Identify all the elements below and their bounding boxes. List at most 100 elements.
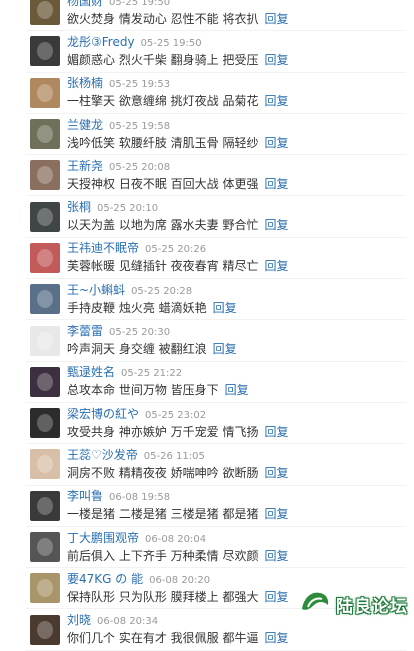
reply-link[interactable]: 回复 bbox=[213, 341, 237, 358]
user-name-link[interactable]: 李叫鲁 bbox=[67, 488, 103, 505]
comment-time: 05-25 23:02 bbox=[145, 409, 207, 421]
user-name-link[interactable]: 兰健龙 bbox=[67, 117, 103, 134]
user-avatar[interactable] bbox=[30, 36, 60, 67]
comment-content: 攻受共身 神亦嫉妒 万千宠爱 情飞扬 回复 bbox=[67, 424, 288, 441]
user-name-link[interactable]: 李蕾雷 bbox=[67, 323, 103, 340]
comment-item: 王蕊♡沙发帝 05-26 11:05 洞房不败 精精夜夜 娇喘呻吟 欲断肠 回复 bbox=[26, 444, 406, 486]
comment-body: 要47KG の 能 06-08 20:20 保持队形 只为队形 膜拜楼上 都强大 回复 bbox=[67, 571, 288, 606]
reply-link[interactable]: 回复 bbox=[264, 548, 288, 565]
user-name-link[interactable]: 丁大鹏围观帝 bbox=[67, 530, 139, 547]
user-avatar[interactable] bbox=[30, 490, 60, 521]
reply-link[interactable]: 回复 bbox=[264, 52, 288, 69]
comment-text: 吟声洞天 身交缠 被翻红浪 bbox=[67, 342, 207, 357]
comment-time: 05-25 19:58 bbox=[109, 120, 171, 132]
comment-content: 欲火焚身 情发动心 忍性不能 将衣扒 回复 bbox=[67, 11, 288, 28]
comment-time: 05-25 20:10 bbox=[97, 203, 159, 215]
comment-body: 甄逯姓名 05-25 21:22 总攻本命 世间万物 皆压身下 回复 bbox=[67, 364, 249, 399]
user-avatar[interactable] bbox=[30, 573, 60, 604]
comment-item: 兰健龙 05-25 19:58 浅吟低笑 软腰纤肢 清肌玉骨 隔轻纱 回复 bbox=[26, 114, 406, 156]
reply-link[interactable]: 回复 bbox=[264, 176, 288, 193]
comment-meta: 张杨楠 05-25 19:53 bbox=[67, 75, 288, 93]
comment-text: 以天为盖 以地为席 露水夫妻 野合忙 bbox=[67, 218, 259, 233]
comment-meta: 王~小蝌蚪 05-25 20:28 bbox=[67, 282, 237, 300]
user-avatar[interactable] bbox=[30, 77, 60, 108]
comment-body: 张杨楠 05-25 19:53 一柱擎天 欲意缠绵 挑灯夜战 品菊花 回复 bbox=[67, 75, 288, 110]
comment-body: 王新尧 05-25 20:08 天授神权 日夜不眠 百回大战 体更强 回复 bbox=[67, 158, 288, 193]
comment-text: 洞房不败 精精夜夜 娇喘呻吟 欲断肠 bbox=[67, 465, 259, 480]
comment-body: 王祎迪不眠帝 05-25 20:26 芙蓉帐暖 见缝插针 夜夜春宵 精尽亡 回复 bbox=[67, 240, 288, 275]
user-name-link[interactable]: 王新尧 bbox=[67, 158, 103, 175]
comment-meta: 王祎迪不眠帝 05-25 20:26 bbox=[67, 240, 288, 258]
user-name-link[interactable]: 张杨楠 bbox=[67, 75, 103, 92]
comment-content: 保持队形 只为队形 膜拜楼上 都强大 回复 bbox=[67, 589, 288, 606]
reply-link[interactable]: 回复 bbox=[264, 217, 288, 234]
comment-meta: 梁宏博の紅や 05-25 23:02 bbox=[67, 406, 288, 424]
comment-meta: 龙彤③Fredy 05-25 19:50 bbox=[67, 34, 288, 52]
comment-content: 吟声洞天 身交缠 被翻红浪 回复 bbox=[67, 341, 237, 358]
comment-time: 06-08 19:58 bbox=[109, 492, 171, 504]
comment-time: 05-25 19:53 bbox=[109, 79, 171, 91]
user-avatar[interactable] bbox=[30, 0, 60, 26]
comment-text: 攻受共身 神亦嫉妒 万千宠爱 情飞扬 bbox=[67, 424, 259, 439]
comment-body: 丁大鹏围观帝 06-08 20:04 前后俱入 上下齐手 万种柔情 尽欢颜 回复 bbox=[67, 530, 288, 565]
user-name-link[interactable]: 王~小蝌蚪 bbox=[67, 282, 125, 299]
comment-content: 一柱擎天 欲意缠绵 挑灯夜战 品菊花 回复 bbox=[67, 93, 288, 110]
user-name-link[interactable]: 甄逯姓名 bbox=[67, 364, 115, 381]
comment-meta: 要47KG の 能 06-08 20:20 bbox=[67, 571, 288, 589]
reply-link[interactable]: 回复 bbox=[264, 424, 288, 441]
comment-list: 杨国财 05-25 19:50 欲火焚身 情发动心 忍性不能 将衣扒 回复 龙彤③Fre… bbox=[26, 0, 406, 651]
user-name-link[interactable]: 要47KG の 能 bbox=[67, 571, 143, 588]
reply-link[interactable]: 回复 bbox=[225, 382, 249, 399]
user-avatar[interactable] bbox=[30, 449, 60, 480]
user-avatar[interactable] bbox=[30, 284, 60, 315]
comment-content: 浅吟低笑 软腰纤肢 清肌玉骨 隔轻纱 回复 bbox=[67, 135, 288, 152]
user-name-link[interactable]: 杨国财 bbox=[67, 0, 103, 10]
watermark-text: 陆良论坛 bbox=[336, 597, 408, 617]
user-avatar[interactable] bbox=[30, 408, 60, 439]
user-avatar[interactable] bbox=[30, 325, 60, 356]
reply-link[interactable]: 回复 bbox=[264, 630, 288, 647]
user-avatar[interactable] bbox=[30, 119, 60, 150]
user-name-link[interactable]: 龙彤③Fredy bbox=[67, 34, 135, 51]
comment-meta: 杨国财 05-25 19:50 bbox=[67, 0, 288, 11]
comment-meta: 李蕾雷 05-25 20:30 bbox=[67, 323, 237, 341]
comment-item: 杨国财 05-25 19:50 欲火焚身 情发动心 忍性不能 将衣扒 回复 bbox=[26, 0, 406, 32]
comment-item: 王~小蝌蚪 05-25 20:28 手持皮鞭 烛火亮 蜡滴妖艳 回复 bbox=[26, 279, 406, 321]
comment-time: 05-25 20:08 bbox=[109, 161, 171, 173]
user-name-link[interactable]: 张桐 bbox=[67, 199, 91, 216]
user-avatar[interactable] bbox=[30, 532, 60, 562]
user-avatar[interactable] bbox=[30, 201, 60, 232]
user-name-link[interactable]: 梁宏博の紅や bbox=[67, 406, 139, 423]
comment-item: 龙彤③Fredy 05-25 19:50 媚颜惑心 烈火千柴 翻身骑上 把受压 回复 bbox=[26, 31, 406, 73]
comment-time: 05-26 11:05 bbox=[143, 450, 205, 462]
comment-text: 芙蓉帐暖 见缝插针 夜夜春宵 精尽亡 bbox=[67, 259, 259, 274]
user-avatar[interactable] bbox=[30, 160, 60, 191]
comment-time: 05-25 20:26 bbox=[145, 244, 207, 256]
comment-item: 梁宏博の紅や 05-25 23:02 攻受共身 神亦嫉妒 万千宠爱 情飞扬 回复 bbox=[26, 403, 406, 445]
user-avatar[interactable] bbox=[30, 366, 60, 397]
comment-item: 张杨楠 05-25 19:53 一柱擎天 欲意缠绵 挑灯夜战 品菊花 回复 bbox=[26, 73, 406, 114]
reply-link[interactable]: 回复 bbox=[264, 465, 288, 482]
comment-content: 芙蓉帐暖 见缝插针 夜夜春宵 精尽亡 回复 bbox=[67, 258, 288, 275]
comment-content: 总攻本命 世间万物 皆压身下 回复 bbox=[67, 382, 249, 399]
user-name-link[interactable]: 王祎迪不眠帝 bbox=[67, 240, 139, 257]
comment-item: 甄逯姓名 05-25 21:22 总攻本命 世间万物 皆压身下 回复 bbox=[26, 362, 406, 403]
reply-link[interactable]: 回复 bbox=[213, 300, 237, 317]
reply-link[interactable]: 回复 bbox=[264, 589, 288, 606]
comment-meta: 王新尧 05-25 20:08 bbox=[67, 158, 288, 176]
comment-meta: 李叫鲁 06-08 19:58 bbox=[67, 488, 288, 506]
user-avatar[interactable] bbox=[30, 614, 60, 645]
comment-body: 张桐 05-25 20:10 以天为盖 以地为席 露水夫妻 野合忙 回复 bbox=[67, 199, 288, 234]
user-name-link[interactable]: 王蕊♡沙发帝 bbox=[67, 447, 138, 464]
comment-time: 06-08 20:20 bbox=[149, 574, 211, 586]
reply-link[interactable]: 回复 bbox=[264, 11, 288, 28]
comment-content: 前后俱入 上下齐手 万种柔情 尽欢颜 回复 bbox=[67, 548, 288, 565]
user-avatar[interactable] bbox=[30, 242, 60, 273]
comment-text: 手持皮鞭 烛火亮 蜡滴妖艳 bbox=[67, 300, 207, 315]
comment-content: 天授神权 日夜不眠 百回大战 体更强 回复 bbox=[67, 176, 288, 193]
reply-link[interactable]: 回复 bbox=[264, 93, 288, 110]
comment-meta: 张桐 05-25 20:10 bbox=[67, 199, 288, 217]
reply-link[interactable]: 回复 bbox=[264, 258, 288, 275]
reply-link[interactable]: 回复 bbox=[264, 506, 288, 523]
reply-link[interactable]: 回复 bbox=[264, 135, 288, 152]
